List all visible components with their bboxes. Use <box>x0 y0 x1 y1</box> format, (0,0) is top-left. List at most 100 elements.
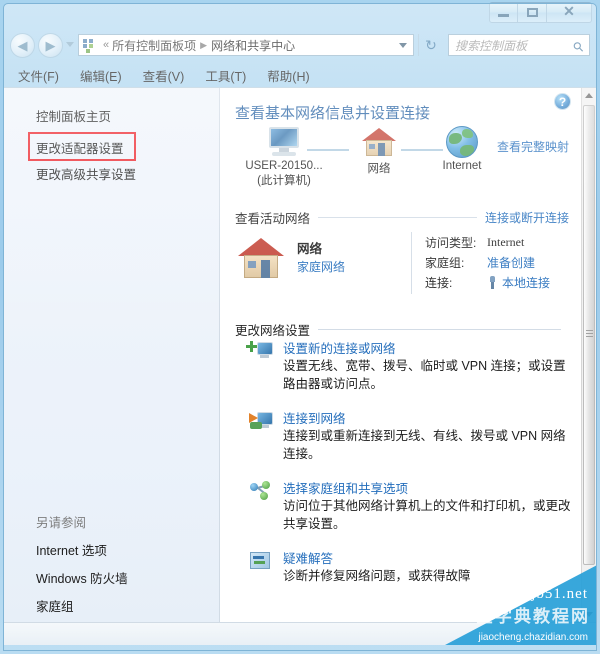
task-description: 访问位于其他网络计算机上的文件和打印机，或更改共享设置。 <box>283 499 571 531</box>
detail-row-connections: 连接: 本地连接 <box>425 272 575 292</box>
chevron-up-icon <box>585 93 593 98</box>
explorer-window: ✕ ◀ ▶ « 所有控制面板项 ▶ 网络和共享中心 ↻ 搜索控制面板 ⚲ 文件(… <box>0 0 600 654</box>
main-pane: ? 查看基本网络信息并设置连接 USER-20150... (此计算机) 网络 … <box>221 88 581 622</box>
content-area: 控制面板主页 更改适配器设置 更改高级共享设置 另请参阅 Internet 选项… <box>4 87 596 645</box>
menu-item-help[interactable]: 帮助(H) <box>267 66 309 85</box>
task-description: 诊断并修复网络问题，或获得故障 <box>283 569 471 583</box>
close-icon: ✕ <box>563 4 575 20</box>
control-panel-icon <box>82 38 97 53</box>
connect-or-disconnect-link[interactable]: 连接或断开连接 <box>485 209 569 226</box>
search-input[interactable]: 搜索控制面板 ⚲ <box>448 34 590 56</box>
active-networks-heading: 查看活动网络 <box>235 212 311 226</box>
task-title[interactable]: 疑难解答 <box>283 548 333 567</box>
section-divider <box>318 217 477 218</box>
maximize-button[interactable] <box>518 2 547 23</box>
detail-value: Internet <box>487 234 525 249</box>
detail-value-link[interactable]: 本地连接 <box>502 274 550 291</box>
task-title[interactable]: 选择家庭组和共享选项 <box>283 478 408 497</box>
vertical-divider <box>411 232 412 294</box>
detail-key: 家庭组: <box>425 255 465 270</box>
restore-icon <box>526 8 538 17</box>
sidebar-item-control-panel-home[interactable]: 控制面板主页 <box>36 106 111 125</box>
detail-key: 连接: <box>425 275 453 290</box>
refresh-icon: ↻ <box>425 36 437 53</box>
map-node-label: USER-20150... <box>245 160 323 172</box>
sidebar-item-windows-firewall[interactable]: Windows 防火墙 <box>36 568 128 587</box>
chevron-down-icon <box>585 612 593 617</box>
homegroup-sharing-icon <box>249 480 273 502</box>
detail-value-link[interactable]: 准备创建 <box>487 254 535 271</box>
forward-button[interactable]: ▶ <box>38 33 63 58</box>
navigation-bar: ◀ ▶ « 所有控制面板项 ▶ 网络和共享中心 ↻ 搜索控制面板 ⚲ <box>0 28 600 63</box>
detail-row-access-type: 访问类型: Internet <box>425 232 575 252</box>
sidebar-item-homegroup[interactable]: 家庭组 <box>36 596 74 615</box>
sidebar-item-internet-options[interactable]: Internet 选项 <box>36 540 107 559</box>
active-network-entry: 网络 家庭网络 访问类型: Internet 家庭组: 准备创建 连接: 本地连… <box>221 228 581 308</box>
back-icon: ◀ <box>17 37 28 53</box>
map-node-sublabel: (此计算机) <box>257 175 311 187</box>
connect-to-network-icon <box>249 410 273 432</box>
minimize-button[interactable] <box>489 2 518 23</box>
scrollbar-grip-icon <box>586 330 593 337</box>
forward-icon: ▶ <box>45 37 56 53</box>
network-plug-icon <box>487 275 498 289</box>
active-networks-section-header: 查看活动网络 连接或断开连接 <box>235 208 569 227</box>
back-button[interactable]: ◀ <box>10 33 35 58</box>
menu-item-file[interactable]: 文件(F) <box>18 66 59 85</box>
task-title[interactable]: 连接到网络 <box>283 408 346 427</box>
sidebar-item-change-advanced-sharing-settings[interactable]: 更改高级共享设置 <box>36 164 136 183</box>
network-map: USER-20150... (此计算机) 网络 Internet 查看完整映射 <box>221 126 581 194</box>
status-bar <box>4 622 596 645</box>
active-network-name: 网络 <box>297 242 323 256</box>
menu-item-view[interactable]: 查看(V) <box>143 66 185 85</box>
title-bar: ✕ <box>0 0 600 28</box>
map-node-network[interactable]: 网络 <box>339 126 419 176</box>
active-network-details: 访问类型: Internet 家庭组: 准备创建 连接: 本地连接 <box>425 232 575 292</box>
active-network-type-link[interactable]: 家庭网络 <box>297 258 345 275</box>
troubleshoot-icon <box>249 550 273 572</box>
address-bar[interactable]: « 所有控制面板项 ▶ 网络和共享中心 <box>78 34 414 56</box>
breadcrumb-item-network-sharing-center[interactable]: 网络和共享中心 <box>211 37 295 54</box>
scrollbar-thumb[interactable] <box>583 105 595 565</box>
map-node-label: Internet <box>442 160 482 172</box>
page-title: 查看基本网络信息并设置连接 <box>235 105 431 122</box>
section-divider <box>318 329 561 330</box>
change-settings-section-header: 更改网络设置 <box>235 320 569 339</box>
breadcrumb-item-all-control-panel[interactable]: 所有控制面板项 <box>112 37 196 54</box>
highlight-box-change-adapter-settings <box>28 132 136 161</box>
minimize-icon <box>498 14 509 17</box>
map-node-label: 网络 <box>367 163 391 175</box>
detail-row-homegroup: 家庭组: 准备创建 <box>425 252 575 272</box>
network-house-icon <box>359 126 399 158</box>
close-button[interactable]: ✕ <box>547 2 592 23</box>
map-node-computer[interactable]: USER-20150... (此计算机) <box>229 126 339 188</box>
breadcrumb-overflow-icon[interactable]: « <box>100 39 112 51</box>
scroll-down-button[interactable] <box>582 607 596 622</box>
see-also-heading: 另请参阅 <box>36 516 87 530</box>
task-title[interactable]: 设置新的连接或网络 <box>283 338 396 357</box>
internet-globe-icon <box>446 126 478 158</box>
active-network-icon-wrap <box>235 236 287 280</box>
recent-pages-chevron-icon[interactable] <box>66 42 74 47</box>
change-settings-heading: 更改网络设置 <box>235 324 311 338</box>
computer-icon <box>265 126 303 158</box>
task-description: 设置无线、宽带、拨号、临时或 VPN 连接；或设置路由器或访问点。 <box>283 359 566 391</box>
breadcrumb-separator-icon: ▶ <box>200 39 208 50</box>
new-connection-icon <box>246 340 273 362</box>
sidebar: 控制面板主页 更改适配器设置 更改高级共享设置 另请参阅 Internet 选项… <box>4 88 220 622</box>
refresh-button[interactable]: ↻ <box>418 34 443 56</box>
detail-key: 访问类型: <box>425 235 477 250</box>
window-controls: ✕ <box>489 2 592 23</box>
menu-bar: 文件(F) 编辑(E) 查看(V) 工具(T) 帮助(H) <box>4 63 596 87</box>
map-node-internet[interactable]: Internet <box>417 126 507 172</box>
view-full-map-link[interactable]: 查看完整映射 <box>497 138 569 155</box>
task-description: 连接到或重新连接到无线、有线、拨号或 VPN 网络连接。 <box>283 429 566 461</box>
network-house-icon <box>235 236 287 280</box>
help-icon[interactable]: ? <box>554 93 571 110</box>
search-placeholder: 搜索控制面板 <box>455 38 528 53</box>
menu-item-edit[interactable]: 编辑(E) <box>80 66 122 85</box>
menu-item-tools[interactable]: 工具(T) <box>205 66 246 85</box>
address-dropdown-icon[interactable] <box>399 42 407 48</box>
scroll-up-button[interactable] <box>582 88 596 103</box>
vertical-scrollbar[interactable] <box>581 88 596 622</box>
